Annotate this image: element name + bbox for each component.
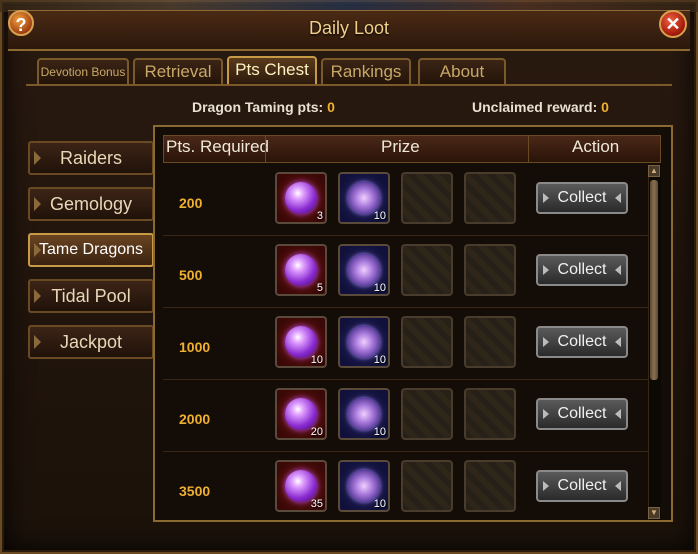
- item-quantity: 10: [373, 426, 386, 438]
- empty-prize-slot: [401, 316, 453, 368]
- sidebar-item-tame-dragons[interactable]: Tame Dragons: [28, 233, 154, 267]
- window-title: Daily Loot: [308, 18, 390, 38]
- pts-required: 1000: [179, 339, 211, 355]
- scroll-down-icon[interactable]: ▼: [648, 507, 660, 519]
- empty-prize-slot: [464, 316, 516, 368]
- collect-button[interactable]: Collect: [536, 254, 628, 286]
- prize-slot-orb[interactable]: 35: [275, 460, 327, 512]
- header-prize: Prize: [381, 137, 420, 156]
- taming-pts-info: Dragon Taming pts: 0: [192, 99, 335, 115]
- prize-slot-gem[interactable]: 10: [338, 244, 390, 296]
- tab-underline: [26, 84, 672, 86]
- header-divider: [528, 136, 529, 162]
- pts-required: 500: [179, 267, 203, 283]
- pts-required: 3500: [179, 483, 211, 499]
- item-quantity: 10: [373, 282, 386, 294]
- sidebar-item-jackpot[interactable]: Jackpot: [28, 325, 154, 359]
- unclaimed-reward-info: Unclaimed reward: 0: [472, 99, 609, 115]
- scrollbar-thumb[interactable]: [650, 180, 658, 380]
- collect-button[interactable]: Collect: [536, 470, 628, 502]
- collect-button[interactable]: Collect: [536, 182, 628, 214]
- item-quantity: 20: [310, 426, 323, 438]
- taming-pts-value: 0: [327, 99, 335, 115]
- tab-about[interactable]: About: [418, 58, 506, 84]
- purple-orb-icon: [285, 254, 317, 286]
- empty-prize-slot: [401, 388, 453, 440]
- empty-prize-slot: [464, 388, 516, 440]
- prize-slot-orb[interactable]: 20: [275, 388, 327, 440]
- prize-slot-gem[interactable]: 10: [338, 460, 390, 512]
- unclaimed-reward-label: Unclaimed reward:: [472, 99, 598, 115]
- pts-required: 200: [179, 195, 203, 211]
- prize-slot-gem[interactable]: 10: [338, 388, 390, 440]
- prize-slot-orb[interactable]: 5: [275, 244, 327, 296]
- scroll-up-icon[interactable]: ▲: [648, 165, 660, 177]
- empty-prize-slot: [464, 460, 516, 512]
- tab-rankings[interactable]: Rankings: [321, 58, 411, 84]
- header-action: Action: [572, 137, 620, 156]
- collect-button[interactable]: Collect: [536, 398, 628, 430]
- taming-pts-label: Dragon Taming pts:: [192, 99, 324, 115]
- item-quantity: 10: [373, 498, 386, 510]
- empty-prize-slot: [401, 244, 453, 296]
- empty-prize-slot: [464, 172, 516, 224]
- empty-prize-slot: [401, 172, 453, 224]
- item-quantity: 10: [373, 354, 386, 366]
- item-quantity: 35: [310, 498, 323, 510]
- item-quantity: 5: [316, 282, 323, 294]
- tab-pts-chest[interactable]: Pts Chest: [227, 56, 317, 84]
- tab-retrieval[interactable]: Retrieval: [133, 58, 223, 84]
- item-quantity: 10: [310, 354, 323, 366]
- purple-orb-icon: [285, 182, 317, 214]
- empty-prize-slot: [464, 244, 516, 296]
- item-quantity: 10: [373, 210, 386, 222]
- prize-slot-orb[interactable]: 10: [275, 316, 327, 368]
- header-divider: [265, 136, 266, 162]
- unclaimed-reward-value: 0: [601, 99, 609, 115]
- prize-slot-orb[interactable]: 3: [275, 172, 327, 224]
- sidebar-item-gemology[interactable]: Gemology: [28, 187, 154, 221]
- pts-required: 2000: [179, 411, 211, 427]
- sidebar-item-tidal-pool[interactable]: Tidal Pool: [28, 279, 154, 313]
- prize-slot-gem[interactable]: 10: [338, 172, 390, 224]
- close-icon[interactable]: ✕: [659, 10, 687, 38]
- sidebar-item-raiders[interactable]: Raiders: [28, 141, 154, 175]
- help-icon[interactable]: ?: [8, 10, 34, 36]
- prize-slot-gem[interactable]: 10: [338, 316, 390, 368]
- tab-devotion-bonus[interactable]: Devotion Bonus: [37, 58, 129, 84]
- empty-prize-slot: [401, 460, 453, 512]
- collect-button[interactable]: Collect: [536, 326, 628, 358]
- header-pts-required: Pts. Required: [166, 137, 269, 156]
- item-quantity: 3: [316, 210, 323, 222]
